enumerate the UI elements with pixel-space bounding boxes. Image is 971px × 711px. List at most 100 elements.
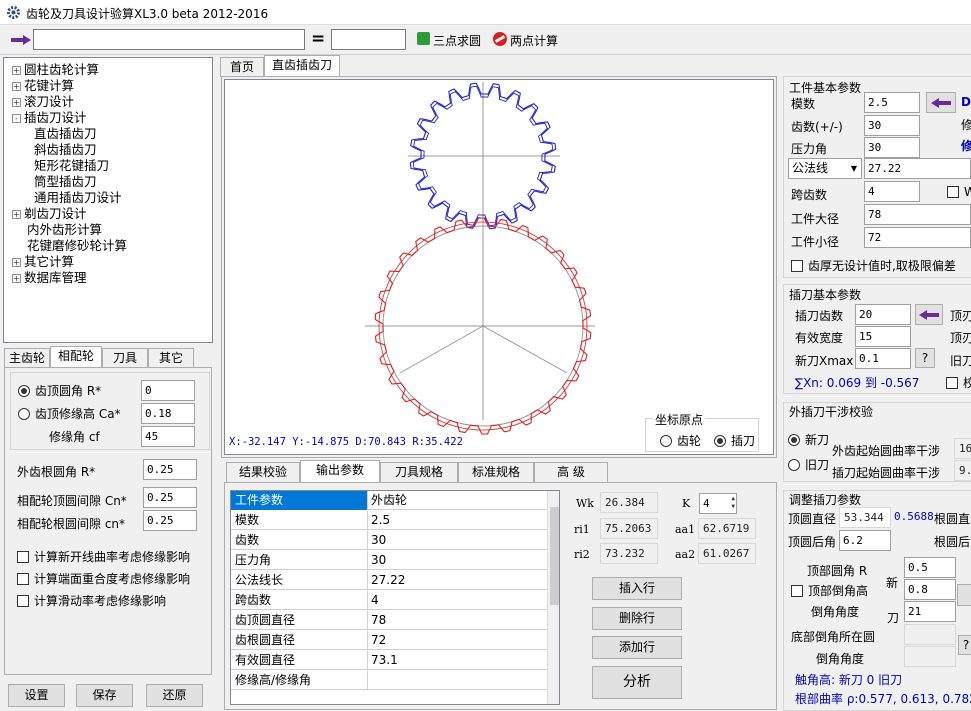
expand-icon[interactable]: + bbox=[12, 82, 21, 91]
table-cell-value[interactable] bbox=[368, 671, 547, 690]
table-cell-value[interactable]: 外齿轮 bbox=[368, 491, 547, 510]
table-cell-name[interactable]: 模数 bbox=[231, 511, 368, 530]
tab-cutter-spec[interactable]: 刀具规格 bbox=[380, 462, 458, 482]
chamfer-angle-field[interactable]: 21 bbox=[904, 601, 956, 622]
tip-relief-field[interactable]: 0.18 bbox=[141, 403, 195, 424]
sum-check[interactable]: 校 bbox=[946, 374, 971, 391]
tab-result-check[interactable]: 结果校验 bbox=[226, 462, 300, 482]
measure-type-select[interactable]: 公法线 ▼ bbox=[788, 158, 862, 179]
new-cutter-radio[interactable]: 新刀 bbox=[788, 431, 829, 448]
table-row[interactable]: 压力角 30 bbox=[231, 551, 547, 570]
table-cell-value[interactable]: 30 bbox=[368, 551, 547, 570]
collapse-icon[interactable]: - bbox=[12, 114, 21, 123]
tree-item[interactable]: + 数据库管理 bbox=[12, 267, 87, 286]
relief-angle-field[interactable]: 45 bbox=[141, 426, 195, 447]
bottom-angle-field[interactable] bbox=[904, 646, 956, 667]
tab-cutter[interactable]: 刀具 bbox=[102, 348, 148, 368]
xmax-field[interactable]: 0.1 bbox=[855, 348, 911, 369]
tab-spur-shaper-cutter[interactable]: 直齿插齿刀 bbox=[264, 55, 340, 77]
table-row[interactable]: 跨齿数 4 bbox=[231, 591, 547, 610]
table-cell-value[interactable]: 4 bbox=[368, 591, 547, 610]
expand-icon[interactable]: + bbox=[12, 66, 21, 75]
table-cell-name[interactable]: 压力角 bbox=[231, 551, 368, 570]
table-scrollbar[interactable] bbox=[547, 491, 559, 704]
width-field[interactable]: 15 bbox=[855, 326, 911, 347]
tab-main-gear[interactable]: 主齿轮 bbox=[4, 348, 50, 368]
settings-button[interactable]: 设置 bbox=[8, 684, 65, 707]
tip-r-field[interactable]: 0.5 bbox=[904, 557, 956, 578]
save-button[interactable]: 保存 bbox=[76, 684, 133, 707]
root-clearance-field[interactable]: 0.25 bbox=[143, 510, 197, 531]
three-point-button[interactable]: 三点求圆 bbox=[414, 29, 484, 50]
table-row[interactable]: 公法线长 27.22 bbox=[231, 571, 547, 590]
insert-row-button[interactable]: 插入行 bbox=[592, 577, 682, 600]
table-row[interactable]: 齿数 30 bbox=[231, 531, 547, 550]
root-radius-field[interactable]: 0.25 bbox=[143, 459, 197, 480]
restore-button[interactable]: 还原 bbox=[146, 684, 203, 707]
table-cell-name[interactable]: 齿根圆直径 bbox=[231, 631, 368, 650]
bottom-help-button[interactable]: ? bbox=[958, 635, 971, 655]
bottom-chamfer-field[interactable] bbox=[904, 624, 956, 645]
k-spinner[interactable]: 4 ▲ ▼ bbox=[699, 493, 737, 514]
table-cell-name[interactable]: 齿顶圆直径 bbox=[231, 611, 368, 630]
gear-canvas[interactable]: X:-32.147 Y:-14.875 D:70.843 R:35.422 坐标… bbox=[224, 79, 774, 455]
span-field[interactable]: 4 bbox=[864, 181, 920, 202]
table-cell-name[interactable]: 工件参数 bbox=[231, 491, 368, 510]
check-sliding[interactable]: 计算滑动率考虑修缘影响 bbox=[17, 592, 166, 609]
chamfer-tool-button[interactable] bbox=[957, 584, 971, 606]
span-check[interactable]: W bbox=[947, 185, 971, 199]
cutter-arrow-button[interactable] bbox=[915, 304, 943, 325]
cutter-teeth-field[interactable]: 20 bbox=[855, 304, 911, 325]
expand-icon[interactable]: + bbox=[12, 210, 21, 219]
table-cell-value[interactable]: 73.1 bbox=[368, 651, 547, 670]
table-cell-name[interactable]: 有效圆直径 bbox=[231, 651, 368, 670]
table-cell-value[interactable]: 72 bbox=[368, 631, 547, 650]
old-cutter-radio[interactable]: 旧刀 bbox=[788, 456, 829, 473]
pressure-field[interactable]: 30 bbox=[864, 137, 920, 158]
scrollbar-thumb[interactable] bbox=[550, 507, 559, 605]
tab-advanced[interactable]: 高 级 bbox=[534, 462, 608, 482]
table-cell-name[interactable]: 齿数 bbox=[231, 531, 368, 550]
tip-chamfer-check[interactable]: 顶部倒角高 bbox=[791, 582, 868, 599]
result-field[interactable] bbox=[331, 29, 406, 50]
table-row[interactable]: 有效圆直径 73.1 bbox=[231, 651, 547, 670]
tip-back-field[interactable]: 6.2 bbox=[839, 530, 891, 551]
spinner-arrows-icon[interactable]: ▲ ▼ bbox=[731, 495, 735, 511]
table-cell-value[interactable]: 78 bbox=[368, 611, 547, 630]
tip-radius-field[interactable]: 0 bbox=[141, 380, 195, 401]
add-row-button[interactable]: 添加行 bbox=[592, 636, 682, 659]
teeth-field[interactable]: 30 bbox=[864, 115, 920, 136]
table-row[interactable]: 修缘高/修缘角 bbox=[231, 671, 547, 690]
table-row[interactable]: 模数 2.5 bbox=[231, 511, 547, 530]
module-arrow-button[interactable] bbox=[926, 92, 956, 113]
tab-home[interactable]: 首页 bbox=[220, 57, 264, 77]
table-cell-value[interactable]: 2.5 bbox=[368, 511, 547, 530]
delete-row-button[interactable]: 删除行 bbox=[592, 607, 682, 630]
tip-chamfer-field[interactable]: 0.8 bbox=[904, 579, 956, 600]
origin-cutter-radio[interactable]: 插刀 bbox=[714, 432, 755, 449]
expand-icon[interactable]: + bbox=[12, 274, 21, 283]
tab-output-params[interactable]: 输出参数 bbox=[300, 460, 380, 482]
xmax-help-button[interactable]: ? bbox=[915, 348, 935, 368]
table-row[interactable]: 齿根圆直径 72 bbox=[231, 631, 547, 650]
formula-input[interactable] bbox=[33, 29, 305, 50]
origin-gear-radio[interactable]: 齿轮 bbox=[660, 432, 701, 449]
tab-mating-gear[interactable]: 相配轮 bbox=[50, 346, 102, 368]
table-cell-name[interactable]: 修缘高/修缘角 bbox=[231, 671, 368, 690]
table-cell-name[interactable]: 公法线长 bbox=[231, 571, 368, 590]
id-field[interactable]: 72 bbox=[864, 227, 971, 248]
table-cell-value[interactable]: 30 bbox=[368, 531, 547, 550]
tip-dia-field[interactable]: 53.344 bbox=[839, 507, 891, 528]
no-thickness-check[interactable]: 齿厚无设计值时,取极限偏差 bbox=[791, 257, 956, 274]
tip-relief-radio[interactable]: 齿顶修缘高 Ca* bbox=[18, 405, 121, 422]
expand-icon[interactable]: + bbox=[12, 98, 21, 107]
od-field[interactable]: 78 bbox=[864, 204, 971, 225]
table-cell-name[interactable]: 跨齿数 bbox=[231, 591, 368, 610]
table-row[interactable]: 齿顶圆直径 78 bbox=[231, 611, 547, 630]
check-curvature[interactable]: 计算新开线曲率考虑修缘影响 bbox=[17, 548, 190, 565]
tip-clearance-field[interactable]: 0.25 bbox=[143, 487, 197, 508]
tab-standard-spec[interactable]: 标准规格 bbox=[458, 462, 534, 482]
two-point-button[interactable]: 两点计算 bbox=[490, 29, 562, 50]
module-field[interactable]: 2.5 bbox=[864, 92, 920, 113]
arrow-right-icon[interactable] bbox=[10, 34, 32, 46]
